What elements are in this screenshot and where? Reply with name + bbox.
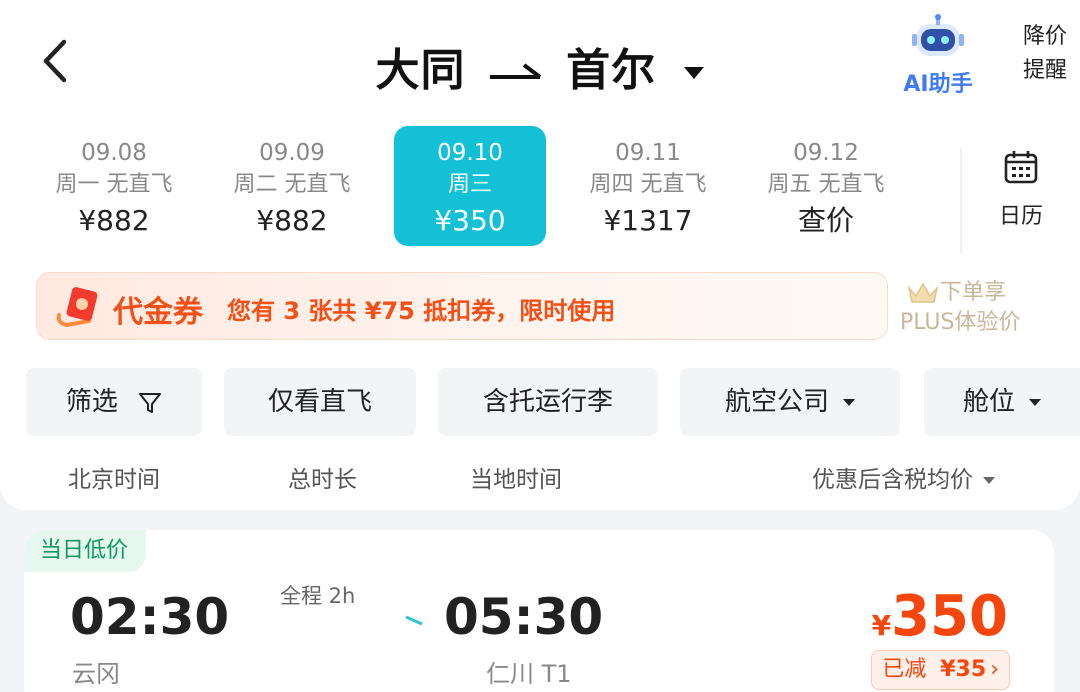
crown-icon bbox=[907, 282, 939, 303]
luggage-label: 含托运行李 bbox=[482, 387, 613, 417]
flight-route-arrow-icon bbox=[226, 615, 423, 626]
coupon-title: 代金券 bbox=[113, 295, 203, 330]
route-arrow-icon bbox=[489, 63, 542, 79]
date-price: ¥350 bbox=[434, 204, 506, 237]
sort-beijing-time[interactable]: 北京时间 bbox=[68, 460, 160, 494]
sort-local-time[interactable]: 当地时间 bbox=[470, 460, 562, 494]
robot-icon bbox=[912, 14, 964, 56]
cabin-filter[interactable]: 舱位 bbox=[924, 368, 1080, 436]
discount-value: ¥35 bbox=[940, 657, 987, 682]
date-label: 09.11 bbox=[615, 140, 681, 166]
top-card: 大同 首尔 AI助手 降价 提醒 09.08 周一 无直飞 ¥882 09.09… bbox=[0, 0, 1080, 510]
date-label: 09.12 bbox=[793, 140, 859, 166]
route-dropdown-icon bbox=[684, 67, 705, 79]
funnel-icon bbox=[139, 392, 162, 413]
discount-label: 已减 bbox=[882, 657, 927, 682]
airline-dropdown-icon bbox=[843, 399, 855, 406]
date-tab-0908[interactable]: 09.08 周一 无直飞 ¥882 bbox=[38, 126, 190, 246]
coupon-banner[interactable]: 代金券 您有 3 张共 ¥75 抵扣券，限时使用 bbox=[36, 272, 888, 340]
luggage-filter[interactable]: 含托运行李 bbox=[438, 368, 658, 436]
airline-label: 航空公司 bbox=[724, 387, 829, 417]
date-weekday: 周三 bbox=[447, 172, 492, 197]
arrival-airport: 仁川 T1 bbox=[486, 660, 572, 688]
sort-duration[interactable]: 总时长 bbox=[288, 460, 357, 494]
date-label: 09.10 bbox=[437, 140, 503, 166]
date-weekday: 周五 无直飞 bbox=[767, 172, 885, 197]
filter-label: 筛选 bbox=[65, 387, 118, 417]
date-strip: 09.08 周一 无直飞 ¥882 09.09 周二 无直飞 ¥882 09.1… bbox=[26, 126, 1080, 248]
ai-assistant-label: AI助手 bbox=[903, 72, 973, 97]
price-currency: ¥ bbox=[871, 609, 892, 642]
date-weekday: 周二 无直飞 bbox=[233, 172, 351, 197]
date-tab-0909[interactable]: 09.09 周二 无直飞 ¥882 bbox=[216, 126, 368, 246]
date-price: 查价 bbox=[797, 204, 854, 237]
date-tab-0911[interactable]: 09.11 周四 无直飞 ¥1317 bbox=[572, 126, 724, 246]
calendar-label: 日历 bbox=[998, 204, 1043, 229]
ai-assistant-button[interactable]: AI助手 bbox=[896, 14, 980, 98]
arrival-time: 05:30 bbox=[444, 588, 604, 646]
price-alert-button[interactable]: 降价 提醒 bbox=[1012, 20, 1078, 88]
departure-airport: 云冈 bbox=[72, 660, 120, 688]
coupon-text: 您有 3 张共 ¥75 抵扣券，限时使用 bbox=[227, 297, 616, 325]
coupon-icon bbox=[56, 287, 98, 328]
price-amount: 350 bbox=[891, 584, 1008, 649]
sort-price-dropdown-icon bbox=[983, 477, 995, 484]
date-weekday: 周一 无直飞 bbox=[55, 172, 173, 197]
date-price: ¥1317 bbox=[603, 204, 693, 237]
departure-time: 02:30 bbox=[70, 588, 230, 646]
origin-city: 大同 bbox=[375, 45, 466, 96]
date-price: ¥882 bbox=[256, 204, 328, 237]
direct-only-filter[interactable]: 仅看直飞 bbox=[224, 368, 416, 436]
cabin-dropdown-icon bbox=[1029, 399, 1041, 406]
chevron-right-icon: › bbox=[990, 657, 999, 682]
date-tab-0910-selected[interactable]: 09.10 周三 ¥350 bbox=[394, 126, 546, 246]
plus-line2: PLUS体验价 bbox=[900, 310, 1021, 335]
cabin-label: 舱位 bbox=[962, 387, 1015, 417]
sort-price[interactable]: 优惠后含税均价 bbox=[812, 460, 995, 494]
date-label: 09.09 bbox=[259, 140, 325, 166]
price-alert-line1: 降价 bbox=[1022, 24, 1067, 49]
flight-price: ¥350 bbox=[872, 584, 1008, 649]
date-price: ¥882 bbox=[78, 204, 150, 237]
date-tab-0912[interactable]: 09.12 周五 无直飞 查价 bbox=[750, 126, 902, 246]
flight-card[interactable]: 当日低价 02:30 云冈 全程 2h 05:30 仁川 T1 ¥350 已减 ¥… bbox=[24, 530, 1054, 692]
direct-only-label: 仅看直飞 bbox=[267, 387, 372, 417]
sort-duration-label: 总时长 bbox=[288, 467, 357, 493]
airline-filter[interactable]: 航空公司 bbox=[680, 368, 900, 436]
plus-promo[interactable]: 下单享 PLUS体验价 bbox=[900, 278, 1080, 338]
calendar-icon bbox=[1004, 151, 1038, 184]
sort-beijing-time-label: 北京时间 bbox=[68, 467, 160, 493]
sort-price-label: 优惠后含税均价 bbox=[812, 467, 973, 493]
lowest-price-badge: 当日低价 bbox=[24, 530, 147, 572]
date-weekday: 周四 无直飞 bbox=[589, 172, 707, 197]
sort-local-time-label: 当地时间 bbox=[470, 467, 562, 493]
destination-city: 首尔 bbox=[566, 45, 657, 96]
filter-button[interactable]: 筛选 bbox=[26, 368, 202, 436]
price-alert-line2: 提醒 bbox=[1022, 58, 1067, 83]
calendar-button[interactable]: 日历 bbox=[960, 148, 1080, 254]
date-label: 09.08 bbox=[81, 140, 147, 166]
discount-badge[interactable]: 已减 ¥35 › bbox=[871, 650, 1010, 690]
flight-duration: 全程 2h bbox=[280, 584, 356, 608]
